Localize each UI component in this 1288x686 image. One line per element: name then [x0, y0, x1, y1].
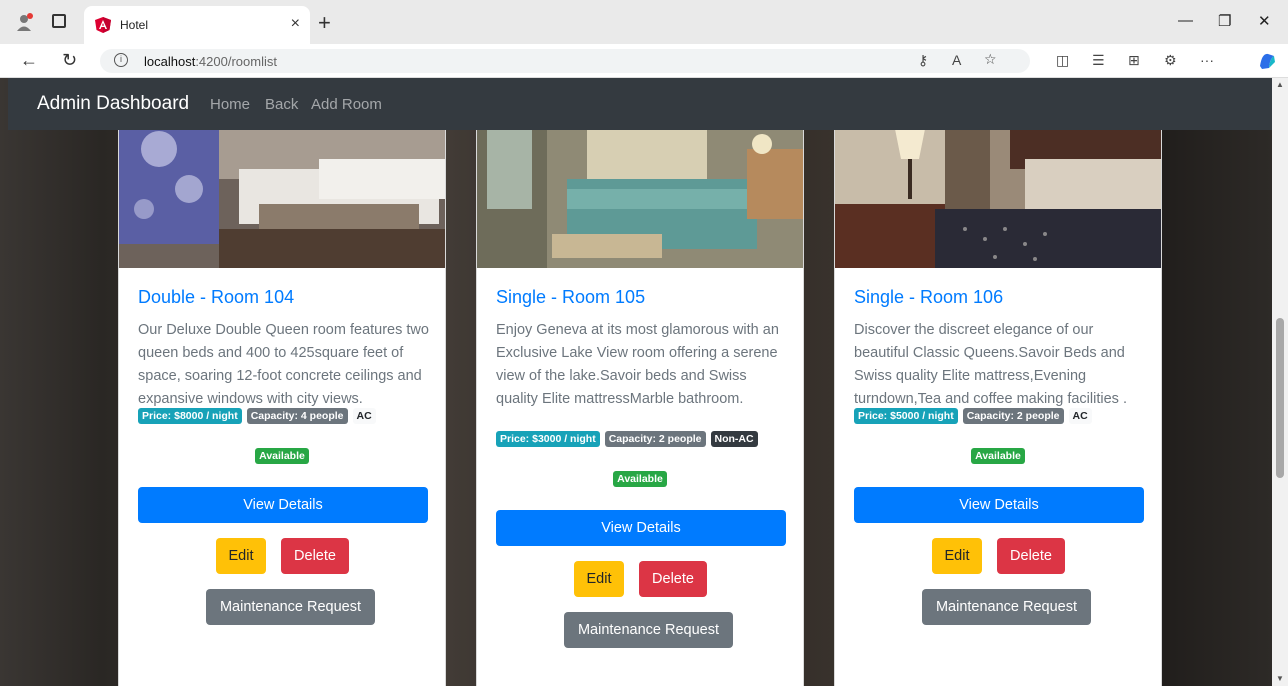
room-description: Our Deluxe Double Queen room features tw…: [138, 322, 429, 407]
badge-row: Price: $3000 / night Capacity: 2 people …: [496, 431, 788, 447]
status-badge: Available: [255, 448, 309, 464]
view-details-button[interactable]: View Details: [496, 510, 786, 546]
delete-button[interactable]: Delete: [639, 561, 707, 597]
new-tab-icon[interactable]: +: [318, 10, 331, 36]
badge-row: Price: $8000 / night Capacity: 4 people …: [138, 408, 430, 424]
edit-button[interactable]: Edit: [574, 561, 624, 597]
nav-link-add-room[interactable]: Add Room: [311, 96, 382, 113]
close-tab-icon[interactable]: ×: [291, 15, 300, 33]
read-aloud-icon[interactable]: A: [952, 52, 961, 68]
favorites-icon[interactable]: ☰: [1092, 52, 1105, 69]
copilot-icon[interactable]: [1256, 50, 1278, 72]
availability-row: Available: [835, 446, 1161, 464]
capacity-badge: Capacity: 4 people: [246, 408, 348, 424]
scrollbar-thumb[interactable]: [1276, 318, 1284, 478]
restore-icon[interactable]: ❐: [1218, 12, 1231, 30]
angular-icon: [95, 17, 111, 33]
collections-icon[interactable]: ⊞: [1128, 52, 1140, 69]
status-badge: Available: [613, 471, 667, 487]
back-arrow-icon[interactable]: ←: [20, 50, 38, 71]
info-icon[interactable]: i: [114, 53, 128, 67]
address-bar-row: ← ↻ i localhost:4200/roomlist ⚷ A ☆ ◫ ☰ …: [0, 44, 1288, 78]
profile-icon[interactable]: [14, 12, 34, 32]
room-description: Enjoy Geneva at its most glamorous with …: [496, 322, 779, 407]
edit-button[interactable]: Edit: [216, 538, 266, 574]
price-badge: Price: $3000 / night: [496, 431, 600, 447]
room-card: Double - Room 104 Our Deluxe Double Quee…: [118, 108, 446, 686]
edit-button[interactable]: Edit: [932, 538, 982, 574]
maintenance-request-button[interactable]: Maintenance Request: [206, 589, 375, 625]
ac-badge: Non-AC: [710, 431, 758, 447]
more-options-icon[interactable]: ···: [1200, 52, 1214, 68]
capacity-badge: Capacity: 2 people: [604, 431, 706, 447]
ac-badge: AC: [352, 408, 376, 424]
status-badge: Available: [971, 448, 1025, 464]
room-title[interactable]: Single - Room 106: [854, 287, 1003, 308]
delete-button[interactable]: Delete: [997, 538, 1065, 574]
price-badge: Price: $8000 / night: [138, 408, 242, 424]
room-photo: [835, 109, 1161, 268]
url-text: localhost:4200/roomlist: [144, 54, 277, 69]
tab-actions-icon[interactable]: [52, 14, 66, 28]
url-field[interactable]: i localhost:4200/roomlist ⚷ A ☆: [100, 49, 1030, 73]
browser-tab[interactable]: Hotel ×: [84, 6, 310, 44]
room-photo: [119, 109, 445, 268]
room-title[interactable]: Double - Room 104: [138, 287, 294, 308]
badge-row: Price: $5000 / night Capacity: 2 people …: [854, 408, 1146, 424]
tab-title: Hotel: [120, 18, 149, 32]
ac-badge: AC: [1068, 408, 1092, 424]
maintenance-request-button[interactable]: Maintenance Request: [922, 589, 1091, 625]
room-description: Discover the discreet elegance of our be…: [854, 322, 1127, 407]
close-window-icon[interactable]: ✕: [1258, 12, 1271, 30]
refresh-icon[interactable]: ↻: [62, 50, 77, 71]
capacity-badge: Capacity: 2 people: [962, 408, 1064, 424]
scroll-down-icon[interactable]: ▼: [1276, 674, 1284, 683]
price-badge: Price: $5000 / night: [854, 408, 958, 424]
view-details-button[interactable]: View Details: [138, 487, 428, 523]
delete-button[interactable]: Delete: [281, 538, 349, 574]
browser-tab-bar: Hotel × + — ❐ ✕: [0, 0, 1288, 44]
page-viewport: Double - Room 104 Our Deluxe Double Quee…: [0, 78, 1272, 686]
navbar-brand[interactable]: Admin Dashboard: [37, 93, 189, 115]
room-card: Single - Room 106 Discover the discreet …: [834, 108, 1162, 686]
scroll-up-icon[interactable]: ▲: [1276, 80, 1284, 89]
nav-link-home[interactable]: Home: [210, 96, 250, 113]
availability-row: Available: [119, 446, 445, 464]
maintenance-request-button[interactable]: Maintenance Request: [564, 612, 733, 648]
admin-navbar: Admin Dashboard Home Back Add Room: [8, 78, 1272, 130]
minimize-icon[interactable]: —: [1178, 12, 1193, 29]
key-icon[interactable]: ⚷: [918, 52, 928, 69]
room-title[interactable]: Single - Room 105: [496, 287, 645, 308]
room-photo: [477, 109, 803, 268]
nav-link-back[interactable]: Back: [265, 96, 298, 113]
favorite-star-icon[interactable]: ☆: [984, 51, 997, 68]
page-scrollbar[interactable]: ▲ ▼: [1272, 78, 1288, 686]
extensions-icon[interactable]: ⚙: [1164, 52, 1177, 69]
room-card: Single - Room 105 Enjoy Geneva at its mo…: [476, 108, 804, 686]
view-details-button[interactable]: View Details: [854, 487, 1144, 523]
split-screen-icon[interactable]: ◫: [1056, 52, 1069, 69]
availability-row: Available: [477, 469, 803, 487]
